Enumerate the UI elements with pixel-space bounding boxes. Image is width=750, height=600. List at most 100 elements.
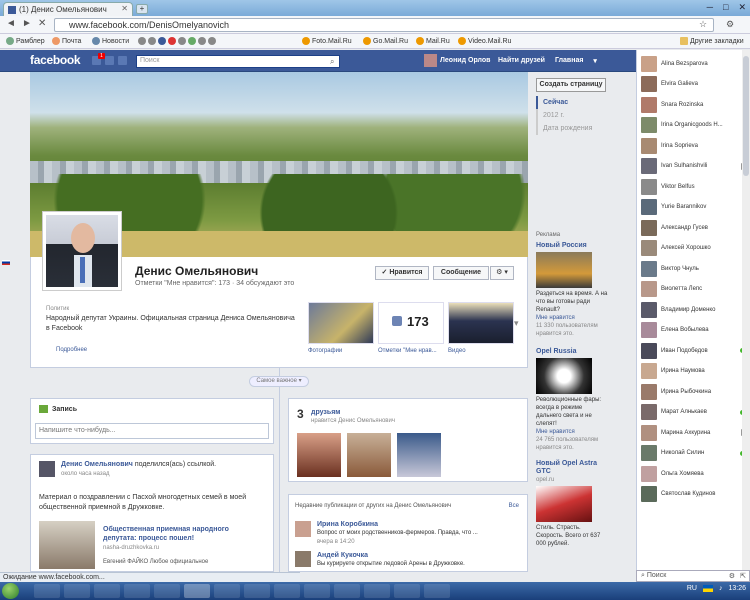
post-author[interactable]: Денис Омельянович xyxy=(61,461,133,468)
chat-friend-row[interactable]: Иван Подобедов xyxy=(641,341,745,360)
link-title[interactable]: Общественная приемная народного депутата… xyxy=(103,525,263,543)
timeline-birth[interactable]: Дата рождения xyxy=(536,122,608,135)
find-friends-link[interactable]: Найти друзей xyxy=(498,57,545,65)
facebook-logo[interactable]: facebook xyxy=(30,53,81,67)
chat-friend-row[interactable]: Николай Силин xyxy=(641,444,745,463)
chat-settings-icon[interactable]: ⚙ xyxy=(729,572,735,580)
bookmark-mail[interactable]: Почта xyxy=(52,37,81,45)
composer-input[interactable]: Напишите что-нибудь... xyxy=(35,423,269,439)
ad-image[interactable] xyxy=(536,486,592,522)
chat-friend-row[interactable]: Snara Rozinska xyxy=(641,95,745,114)
friend-photo[interactable] xyxy=(397,433,441,477)
composer-tab[interactable]: Запись xyxy=(52,406,77,413)
forward-icon[interactable]: ► xyxy=(22,18,32,29)
avatar[interactable] xyxy=(295,551,311,567)
more-link[interactable]: Подробнее xyxy=(56,347,87,353)
chat-friend-row[interactable]: Святослав Кудинов xyxy=(641,485,745,504)
ad-like-link[interactable]: Мне нравится xyxy=(536,428,608,436)
chat-friend-row[interactable]: Yurie Barannikov xyxy=(641,198,745,217)
taskbar-app-icon[interactable] xyxy=(304,584,330,598)
chat-popout-icon[interactable]: ⇱ xyxy=(740,572,746,580)
language-flag-icon[interactable] xyxy=(2,260,10,265)
taskbar-app-icon[interactable] xyxy=(154,584,180,598)
chevron-down-icon[interactable]: ▾ xyxy=(514,318,519,329)
recent-post-time[interactable]: вчера в 14:20 xyxy=(317,539,355,545)
volume-icon[interactable]: ♪ xyxy=(719,585,723,592)
search-input[interactable]: Поиск xyxy=(136,55,340,68)
stop-icon[interactable]: ✕ xyxy=(38,18,46,29)
account-dropdown-icon[interactable]: ▾ xyxy=(593,57,597,65)
language-indicator[interactable]: RU xyxy=(687,585,697,592)
wrench-icon[interactable]: ⚙ xyxy=(726,19,734,30)
other-bookmarks[interactable]: Другие закладки xyxy=(680,37,744,45)
ad-opel-astra[interactable]: Новый Opel Astra GTC opel.ru Стиль. Стра… xyxy=(536,460,608,548)
chat-friend-row[interactable]: Марина Ахкурина xyxy=(641,423,745,442)
new-tab-button[interactable]: + xyxy=(136,4,148,14)
taskbar-app-icon[interactable] xyxy=(64,584,90,598)
chat-friend-row[interactable]: Александр Гусев xyxy=(641,218,745,237)
close-window-icon[interactable]: ✕ xyxy=(738,2,746,13)
friend-photo[interactable] xyxy=(297,433,341,477)
taskbar-app-icon[interactable] xyxy=(424,584,450,598)
ad-renault[interactable]: Новый Россия Раздеться на время. А на чт… xyxy=(536,242,608,338)
bookmark-video-mail[interactable]: Video.Mail.Ru xyxy=(458,37,511,45)
profile-picture[interactable] xyxy=(42,211,122,291)
post-time[interactable]: около часа назад xyxy=(61,471,109,477)
taskbar-app-icon[interactable] xyxy=(274,584,300,598)
chat-search-input[interactable]: ⌕ Поиск ⚙ ⇱ xyxy=(636,570,750,582)
video-thumbnail[interactable] xyxy=(448,302,514,344)
user-profile-link[interactable]: Леонид Орлов xyxy=(424,54,490,67)
bookmark-foto-mail[interactable]: Foto.Mail.Ru xyxy=(302,37,352,45)
keyboard-flag-icon[interactable] xyxy=(702,585,713,592)
chat-friend-row[interactable]: Ivan Sulhanishvili xyxy=(641,157,745,176)
photos-thumbnail[interactable] xyxy=(308,302,374,344)
back-icon[interactable]: ◄ xyxy=(6,18,16,29)
bookmark-go-mail[interactable]: Go.Mail.Ru xyxy=(363,37,408,45)
chat-friend-row[interactable]: Владимир Доменко xyxy=(641,300,745,319)
taskbar-app-icon[interactable] xyxy=(364,584,390,598)
chat-friend-row[interactable]: Елена Вобылева xyxy=(641,321,745,340)
timeline-2012[interactable]: 2012 г. xyxy=(536,109,608,122)
minimize-icon[interactable]: ─ xyxy=(707,2,713,13)
chat-friend-row[interactable]: Виктор Чнуль xyxy=(641,259,745,278)
bookmark-icons[interactable] xyxy=(138,37,216,45)
taskbar-app-icon[interactable] xyxy=(244,584,270,598)
ad-like-link[interactable]: Мне нравится xyxy=(536,314,608,322)
search-icon[interactable]: ⌕ xyxy=(330,57,334,67)
tab-close-icon[interactable]: ✕ xyxy=(121,4,128,13)
chat-friend-row[interactable]: Elvira Galieva xyxy=(641,75,745,94)
chat-friend-row[interactable]: Марат Алнькаев xyxy=(641,403,745,422)
bookmark-news[interactable]: Новости xyxy=(92,37,129,45)
chat-scrollbar-thumb[interactable] xyxy=(743,56,749,176)
taskbar-app-icon[interactable] xyxy=(94,584,120,598)
taskbar-app-icon[interactable] xyxy=(334,584,360,598)
highlights-dropdown[interactable]: Самое важное ▾ xyxy=(249,376,309,387)
recent-post-author[interactable]: Андей Кукочка xyxy=(317,552,368,559)
timeline-now[interactable]: Сейчас xyxy=(536,96,608,109)
friend-photo[interactable] xyxy=(347,433,391,477)
chat-friend-row[interactable]: Ирина Рыбочкина xyxy=(641,382,745,401)
home-link[interactable]: Главная xyxy=(555,57,583,65)
browser-tab[interactable]: (1) Денис Омельянович ✕ xyxy=(3,2,133,16)
notifications-icon[interactable] xyxy=(118,56,127,65)
message-button[interactable]: Сообщение xyxy=(433,266,489,280)
start-button[interactable] xyxy=(2,583,19,599)
chat-friend-row[interactable]: Alina Bezsparova xyxy=(641,54,745,73)
friends-title[interactable]: друзьям xyxy=(311,409,340,416)
settings-gear-icon[interactable]: ⚙ ▾ xyxy=(490,266,514,280)
bookmark-mail-ru[interactable]: Mail.Ru xyxy=(416,37,450,45)
create-page-button[interactable]: Создать страницу xyxy=(536,78,606,92)
avatar[interactable] xyxy=(39,461,55,477)
taskbar-app-icon[interactable] xyxy=(124,584,150,598)
ad-opel[interactable]: Opel Russia Революционные фары: всегда в… xyxy=(536,348,608,452)
url-field[interactable]: www.facebook.com/DenisOmelyanovich xyxy=(54,18,714,32)
ad-image[interactable] xyxy=(536,252,592,288)
like-button[interactable]: ✓ Нравится xyxy=(375,266,429,280)
likes-label[interactable]: Отметки "Мне нрав... xyxy=(378,348,437,354)
chat-friend-row[interactable]: Виолетта Лепс xyxy=(641,280,745,299)
chat-friend-row[interactable]: Ирина Наумова xyxy=(641,362,745,381)
chat-friend-row[interactable]: Irina Soprieva xyxy=(641,136,745,155)
see-all-link[interactable]: Все xyxy=(509,503,519,509)
bookmark-rambler[interactable]: Рамблер xyxy=(6,37,45,45)
link-preview-image[interactable] xyxy=(39,521,95,569)
